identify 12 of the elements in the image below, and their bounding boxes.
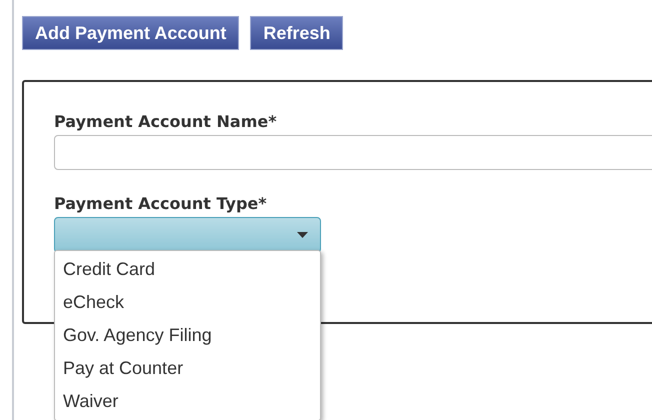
dropdown-option[interactable]: eCheck <box>55 286 320 319</box>
refresh-button[interactable]: Refresh <box>250 16 344 50</box>
dropdown-option[interactable]: Gov. Agency Filing <box>55 319 320 352</box>
field-label: Payment Account Type* <box>54 194 268 214</box>
caret-icon <box>297 232 308 238</box>
account-type-select[interactable] <box>54 217 321 253</box>
add-account-button[interactable]: Add Payment Account <box>22 16 240 50</box>
dropdown-option[interactable]: Waiver <box>55 385 320 418</box>
account-name-field[interactable] <box>54 135 652 170</box>
dropdown-option[interactable]: Pay at Counter <box>55 352 320 385</box>
field-label: Payment Account Name* <box>54 112 278 132</box>
dropdown-option[interactable]: Credit Card <box>55 253 320 286</box>
